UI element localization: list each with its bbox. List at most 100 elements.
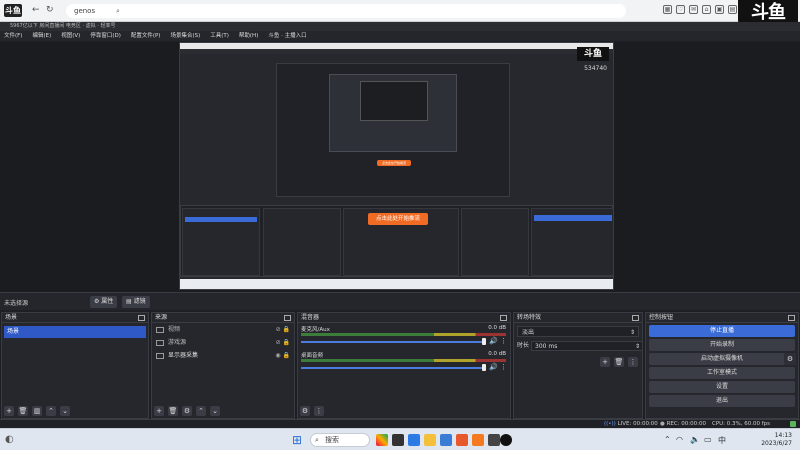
move-down-icon[interactable]: ⌄ (210, 406, 220, 416)
back-icon[interactable]: ← (32, 5, 40, 15)
undock-icon[interactable] (138, 315, 145, 321)
source-row[interactable]: 显示器采集 ◉ 🔒 (152, 349, 294, 362)
volume-slider[interactable] (301, 367, 486, 369)
studio-mode-button[interactable]: 工作室模式 (649, 367, 795, 379)
undock-icon[interactable] (500, 315, 507, 321)
move-up-icon[interactable]: ⌃ (46, 406, 56, 416)
mixer-menu-icon[interactable]: ⋮ (314, 406, 324, 416)
taskbar-clock[interactable]: 14:13 2023/6/27 (761, 432, 792, 448)
search-icon[interactable]: ⌕ (116, 4, 120, 18)
properties-button[interactable]: ⚙ 属性 (90, 296, 118, 308)
tray-chevron-icon[interactable]: ⌃ (664, 435, 671, 444)
qr-icon[interactable]: ▦ (663, 5, 672, 14)
windows-taskbar: ◐ ⊞ ⌕ 搜索 ⌃ ◠ 🔈 ▭ 中 14:13 2023/6/27 (0, 428, 800, 450)
speaker-icon[interactable]: 🔊 (489, 337, 498, 345)
mixer-dock-title: 混音器 (298, 313, 510, 323)
no-source-label: 未选择源 (4, 300, 29, 307)
channel-db: 0.0 dB (488, 325, 506, 331)
menu-scene-collection[interactable]: 场景集合(S) (170, 31, 200, 41)
scenes-dock: 场景 场景 + 🗑 ▥ ⌃ ⌄ (1, 312, 149, 419)
volume-slider-knob[interactable] (482, 364, 486, 371)
weather-icon[interactable]: ◐ (5, 434, 14, 445)
speaker-icon[interactable]: 🔊 (489, 363, 498, 371)
move-up-icon[interactable]: ⌃ (196, 406, 206, 416)
taskbar-search[interactable]: ⌕ 搜索 (310, 433, 370, 447)
source-properties-button[interactable]: ⚙ (182, 406, 192, 416)
more-options-icon[interactable]: ⋮ (500, 363, 507, 371)
add-transition-button[interactable]: + (600, 357, 610, 367)
menu-docks[interactable]: 停靠窗口(D) (90, 31, 121, 41)
site-logo[interactable]: 斗鱼 (4, 4, 22, 17)
volume-slider[interactable] (301, 341, 486, 343)
source-row[interactable]: 游戏源 ⊘ 🔒 (152, 336, 294, 349)
source-row[interactable]: 视频 ⊘ 🔒 (152, 323, 294, 336)
nested-counter: 534740 (584, 65, 607, 72)
gear-icon[interactable]: ⚙ (784, 353, 796, 365)
remove-scene-button[interactable]: 🗑 (18, 406, 28, 416)
menu-help[interactable]: 帮助(H) (239, 31, 258, 41)
source-toolbar: 未选择源 ⚙ 属性 ▤ 滤镜 (0, 292, 800, 310)
lang-icon[interactable]: 中 (718, 435, 726, 446)
menu-douyu[interactable]: 斗鱼 · 主播入口 (268, 31, 306, 41)
menu-edit[interactable]: 编辑(E) (32, 31, 51, 41)
move-down-icon[interactable]: ⌄ (60, 406, 70, 416)
nested-brand-logo: 斗鱼 (577, 47, 609, 61)
duration-input[interactable]: 300 ms ⇕ (531, 341, 643, 351)
bag-icon[interactable]: ▣ (715, 5, 724, 14)
battery-icon[interactable]: ▭ (704, 435, 712, 444)
ticket-icon[interactable]: ▤ (728, 5, 737, 14)
exit-button[interactable]: 退出 (649, 395, 795, 407)
douyu-app-icon[interactable] (456, 434, 468, 446)
shirt-icon[interactable]: ⌂ (702, 5, 711, 14)
transition-select[interactable]: 淡出 ⇕ (517, 326, 639, 337)
visible-lock-icons[interactable]: ◉ 🔒 (275, 349, 290, 362)
mixer-settings-icon[interactable]: ⚙ (300, 406, 310, 416)
filters-button[interactable]: ▤ 滤镜 (122, 296, 150, 308)
remove-source-button[interactable]: 🗑 (168, 406, 178, 416)
add-source-button[interactable]: + (154, 406, 164, 416)
menu-file[interactable]: 文件(F) (4, 31, 22, 41)
menu-tools[interactable]: 工具(T) (210, 31, 229, 41)
orange-app-icon[interactable] (472, 434, 484, 446)
virtual-camera-button[interactable]: 启动虚拟摄像机 ⚙ (649, 353, 796, 365)
remove-transition-button[interactable]: 🗑 (614, 357, 624, 367)
heart-icon[interactable]: ♡ (676, 5, 685, 14)
undock-icon[interactable] (788, 315, 795, 321)
menu-profile[interactable]: 配置文件(P) (131, 31, 161, 41)
file-explorer-icon[interactable] (424, 434, 436, 446)
scene-item[interactable]: 场景 (4, 326, 146, 338)
address-bar[interactable]: genos ⌕ (66, 4, 626, 18)
settings-button[interactable]: 设置 (649, 381, 795, 393)
hidden-lock-icons[interactable]: ⊘ 🔒 (276, 336, 290, 349)
obs-app-icon[interactable] (500, 434, 512, 446)
undock-icon[interactable] (284, 315, 291, 321)
info-bar: 5967亿以下 房间直播间 电竞区 · 虚拟 · 轻率号 (0, 22, 800, 31)
windows-start-icon[interactable]: ⊞ (292, 433, 302, 447)
add-scene-button[interactable]: + (4, 406, 14, 416)
colorful-app-icon[interactable] (376, 434, 388, 446)
volume-slider-knob[interactable] (482, 338, 486, 345)
transition-menu-icon[interactable]: ⋮ (628, 357, 638, 367)
mixer-channel: 麦克风/Aux 0.0 dB 🔊 ⋮ (298, 323, 510, 349)
hidden-lock-icons[interactable]: ⊘ 🔒 (276, 323, 290, 336)
task-view-icon[interactable] (392, 434, 404, 446)
volume-icon[interactable]: 🔈 (690, 435, 700, 444)
menu-view[interactable]: 视图(V) (61, 31, 80, 41)
nested-start-stream-small: 点击此处开始推流 (377, 160, 411, 166)
tool-app-icon[interactable] (488, 434, 500, 446)
more-options-icon[interactable]: ⋮ (500, 337, 507, 345)
monitor-icon (156, 326, 164, 333)
store-icon[interactable] (440, 434, 452, 446)
start-recording-button[interactable]: 开始录制 (649, 339, 795, 351)
edge-browser-icon[interactable] (408, 434, 420, 446)
controls-dock: 控制按钮 停止直播 开始录制 启动虚拟摄像机 ⚙ 工作室模式 设置 退出 (645, 312, 799, 419)
undock-icon[interactable] (632, 315, 639, 321)
scene-filters-button[interactable]: ▥ (32, 406, 42, 416)
refresh-icon[interactable]: ↻ (46, 5, 54, 15)
controls-dock-title: 控制按钮 (646, 313, 798, 323)
wifi-icon[interactable]: ◠ (676, 435, 683, 444)
stop-streaming-button[interactable]: 停止直播 (649, 325, 795, 337)
mail-icon[interactable]: ✉ (689, 5, 698, 14)
volume-meter (301, 359, 506, 362)
record-icon: ● (660, 421, 665, 427)
